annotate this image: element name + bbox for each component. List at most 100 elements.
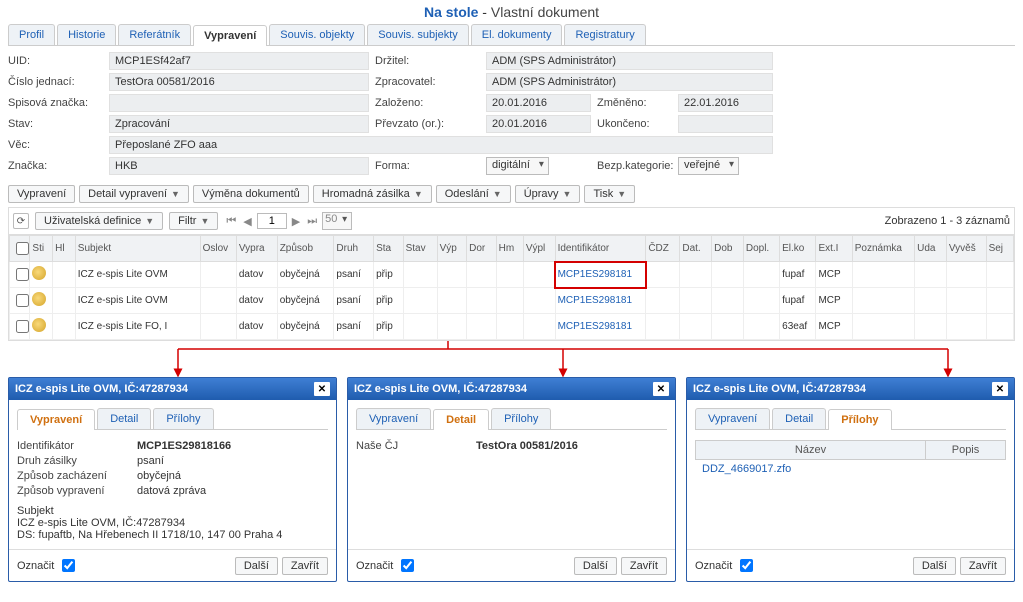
row-checkbox[interactable] — [16, 268, 29, 281]
label-sz: Spisová značka: — [8, 97, 103, 109]
label-zmeneno: Změněno: — [597, 97, 672, 109]
btn-dalsi[interactable]: Další — [913, 557, 956, 575]
checkbox-oznacit[interactable] — [401, 559, 414, 572]
panel-prilohy: ICZ e-spis Lite OVM, IČ:47287934 ✕ Vypra… — [686, 377, 1015, 582]
btn-user-definition[interactable]: Uživatelská definice▼ — [35, 212, 163, 230]
btn-vypraveni[interactable]: Vypravení — [8, 185, 75, 203]
inner-tab-prilohy[interactable]: Přílohy — [828, 409, 891, 430]
grid-ident-link[interactable]: MCP1ES298181 — [555, 262, 646, 288]
btn-hromadna-zasilka[interactable]: Hromadná zásilka▼ — [313, 185, 432, 203]
btn-tisk[interactable]: Tisk▼ — [584, 185, 635, 203]
tab-profil[interactable]: Profil — [8, 24, 55, 45]
tab-historie[interactable]: Historie — [57, 24, 116, 45]
label-drzitel: Držitel: — [375, 55, 480, 67]
inner-tab-vypraveni[interactable]: Vypravení — [17, 409, 95, 430]
value-uid: MCP1ESf42af7 — [109, 52, 369, 70]
label-oznacit: Označit — [356, 560, 393, 572]
label-prevzato: Převzato (or.): — [375, 118, 480, 130]
value-cj: TestOra 00581/2016 — [109, 73, 369, 91]
inner-tab-detail[interactable]: Detail — [772, 408, 826, 429]
page-title-main: Vlastní dokument — [491, 4, 599, 20]
value-ukonceno — [678, 115, 773, 133]
label-vec: Věc: — [8, 139, 103, 151]
status-icon — [32, 266, 46, 280]
btn-zavrit[interactable]: Zavřít — [282, 557, 328, 575]
grid-toolbar: ⟳ Uživatelská definice▼ Filtr▼ ⏮ ◀ ▶ ⏭ 5… — [8, 207, 1015, 235]
value-drzitel: ADM (SPS Administrátor) — [486, 52, 773, 70]
btn-detail-vypraveni[interactable]: Detail vypravení▼ — [79, 185, 189, 203]
col-popis[interactable]: Popis — [926, 441, 1006, 460]
label-ukonceno: Ukončeno: — [597, 118, 672, 130]
btn-zavrit[interactable]: Zavřít — [621, 557, 667, 575]
tab-referatnik[interactable]: Referátník — [118, 24, 191, 45]
close-icon[interactable]: ✕ — [653, 382, 669, 396]
pager-pagesize-select[interactable]: 50 — [322, 212, 352, 230]
panel-vypraveni: ICZ e-spis Lite OVM, IČ:47287934 ✕ Vypra… — [8, 377, 337, 582]
document-form: UID: MCP1ESf42af7 Držitel: ADM (SPS Admi… — [8, 46, 1015, 181]
reload-icon[interactable]: ⟳ — [13, 213, 29, 229]
btn-vymena-dokumentu[interactable]: Výměna dokumentů — [193, 185, 309, 203]
btn-odeslani[interactable]: Odeslání▼ — [436, 185, 511, 203]
pager-first-icon[interactable]: ⏮ — [224, 215, 238, 228]
btn-dalsi[interactable]: Další — [574, 557, 617, 575]
label-znacka: Značka: — [8, 160, 103, 172]
inner-tab-prilohy[interactable]: Přílohy — [491, 408, 551, 429]
select-forma[interactable]: digitální — [486, 157, 549, 175]
table-row[interactable]: ICZ e-spis Lite OVM datov obyčejná psaní… — [10, 288, 1014, 314]
subject-line: DS: fupaftb, Na Hřebenech II 1718/10, 14… — [17, 529, 328, 541]
grid-select-all[interactable] — [16, 242, 29, 255]
value-stav: Zpracování — [109, 115, 369, 133]
pager-prev-icon[interactable]: ◀ — [241, 215, 253, 228]
label-uid: UID: — [8, 55, 103, 67]
page-title-context: Na stole — [424, 4, 478, 20]
panel-detail: ICZ e-spis Lite OVM, IČ:47287934 ✕ Vypra… — [347, 377, 676, 582]
value-prevzato: 20.01.2016 — [486, 115, 591, 133]
inner-tab-detail[interactable]: Detail — [97, 408, 151, 429]
tab-souvis-subjekty[interactable]: Souvis. subjekty — [367, 24, 468, 45]
close-icon[interactable]: ✕ — [992, 382, 1008, 396]
select-bezp[interactable]: veřejné — [678, 157, 739, 175]
tab-souvis-objekty[interactable]: Souvis. objekty — [269, 24, 365, 45]
row-checkbox[interactable] — [16, 294, 29, 307]
label-zprac: Zpracovatel: — [375, 76, 480, 88]
inner-tab-prilohy[interactable]: Přílohy — [153, 408, 213, 429]
value-zprac: ADM (SPS Administrátor) — [486, 73, 773, 91]
checkbox-oznacit[interactable] — [740, 559, 753, 572]
label-bezp: Bezp.kategorie: — [597, 160, 672, 172]
status-icon — [32, 318, 46, 332]
pager-last-icon[interactable]: ⏭ — [305, 215, 319, 228]
grid-summary: Zobrazeno 1 - 3 záznamů — [885, 215, 1010, 227]
close-icon[interactable]: ✕ — [314, 382, 330, 396]
pager-page-input[interactable] — [257, 213, 287, 229]
row-checkbox[interactable] — [16, 320, 29, 333]
table-row[interactable]: DDZ_4669017.zfo — [696, 460, 1006, 479]
attachment-link[interactable]: DDZ_4669017.zfo — [696, 460, 926, 479]
value-zmeneno: 22.01.2016 — [678, 94, 773, 112]
inner-tab-detail[interactable]: Detail — [433, 409, 489, 430]
table-row[interactable]: ICZ e-spis Lite FO, I datov obyčejná psa… — [10, 314, 1014, 340]
pager-next-icon[interactable]: ▶ — [290, 215, 302, 228]
main-tabs: Profil Historie Referátník Vypravení Sou… — [8, 24, 1015, 46]
pager: ⏮ ◀ ▶ ⏭ 50 — [224, 212, 352, 230]
tab-vypraveni[interactable]: Vypravení — [193, 25, 267, 46]
grid-ident-link[interactable]: MCP1ES298181 — [555, 288, 646, 314]
btn-zavrit[interactable]: Zavřít — [960, 557, 1006, 575]
tab-el-dokumenty[interactable]: El. dokumenty — [471, 24, 563, 45]
chevron-down-icon: ▼ — [200, 216, 209, 226]
inner-tab-vypraveni[interactable]: Vypravení — [695, 408, 770, 429]
label-oznacit: Označit — [695, 560, 732, 572]
subject-heading: Subjekt — [17, 505, 328, 517]
table-row[interactable]: ICZ e-spis Lite OVM datov obyčejná psaní… — [10, 262, 1014, 288]
inner-tab-vypraveni[interactable]: Vypravení — [356, 408, 431, 429]
grid-ident-link[interactable]: MCP1ES298181 — [555, 314, 646, 340]
tab-registratury[interactable]: Registratury — [564, 24, 645, 45]
panel-title: ICZ e-spis Lite OVM, IČ:47287934 — [693, 383, 866, 395]
value-znacka: HKB — [109, 157, 369, 175]
btn-filter[interactable]: Filtr▼ — [169, 212, 218, 230]
label-cj: Číslo jednací: — [8, 76, 103, 88]
label-zalozeno: Založeno: — [375, 97, 480, 109]
btn-dalsi[interactable]: Další — [235, 557, 278, 575]
btn-upravy[interactable]: Úpravy▼ — [515, 185, 581, 203]
checkbox-oznacit[interactable] — [62, 559, 75, 572]
col-nazev[interactable]: Název — [696, 441, 926, 460]
